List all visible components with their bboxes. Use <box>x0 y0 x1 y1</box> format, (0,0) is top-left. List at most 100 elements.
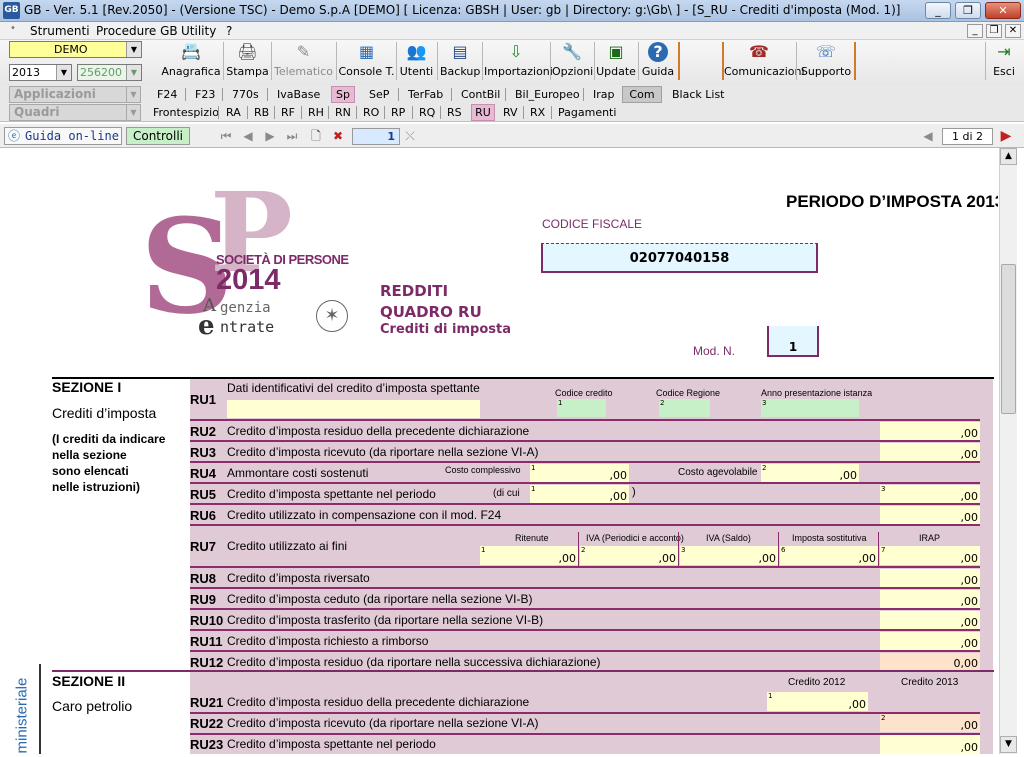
tab-pagamenti[interactable]: Pagamenti <box>556 104 618 121</box>
first-page-icon[interactable]: ⏮ <box>218 127 234 145</box>
module-number-input[interactable]: 1 <box>352 128 400 145</box>
backup-button[interactable]: ▤ Backup <box>440 40 480 80</box>
ru1-anno-field[interactable]: 3 <box>761 399 859 417</box>
controlli-button[interactable]: Controlli <box>126 127 190 145</box>
tab-com[interactable]: Com <box>622 86 662 103</box>
tab-rv[interactable]: RV <box>501 104 520 121</box>
ru3-value-field[interactable]: ,00 <box>880 443 980 461</box>
tab-black-list[interactable]: Black List <box>670 86 727 103</box>
tab-rh[interactable]: RH <box>306 104 326 121</box>
tab-rx[interactable]: RX <box>528 104 547 121</box>
tab-f24[interactable]: F24 <box>155 86 179 103</box>
guida-online-button[interactable]: ⓔ Guida on-line <box>4 127 122 145</box>
utenti-button[interactable]: 👥 Utenti <box>398 40 435 80</box>
close-button[interactable]: ✕ <box>985 2 1021 19</box>
next-sheet-icon[interactable]: ▶ <box>998 127 1014 145</box>
tab-sp[interactable]: Sp <box>331 86 355 103</box>
mdi-restore-button[interactable]: ❐ <box>986 24 1002 38</box>
prev-sheet-icon[interactable]: ◀ <box>920 127 936 145</box>
ru7-ritenute-field[interactable]: 1,00 <box>480 546 578 565</box>
supporto-button[interactable]: ☏ Supporto <box>800 40 852 80</box>
code-select[interactable]: 256200 - ▼ <box>77 64 142 81</box>
codice-fiscale-field[interactable]: 02077040158 <box>541 243 818 273</box>
ru9-value-field[interactable]: ,00 <box>880 590 980 608</box>
menu-utility[interactable]: Utility <box>181 24 216 38</box>
stampa-button[interactable]: 🖨 Stampa <box>225 40 270 80</box>
importazioni-button[interactable]: ⇩ Importazioni <box>484 40 553 80</box>
mdi-minimize-button[interactable]: _ <box>967 24 983 38</box>
ru8-value-field[interactable]: ,00 <box>880 569 980 587</box>
next-page-icon[interactable]: ▶ <box>262 127 278 145</box>
ru5-value-field[interactable]: 3,00 <box>880 485 980 503</box>
tab-770s[interactable]: 770s <box>230 86 261 103</box>
tab-ro[interactable]: RO <box>361 104 381 121</box>
tab-sep[interactable]: SeP <box>367 86 391 103</box>
tab-rf[interactable]: RF <box>279 104 297 121</box>
goto-icon[interactable]: ⤬ <box>402 127 418 145</box>
ru7-imposta-field[interactable]: 6,00 <box>780 546 878 565</box>
esci-button[interactable]: ⇥ Esci <box>988 40 1020 80</box>
scroll-up-icon[interactable]: ▲ <box>1000 148 1017 165</box>
new-page-icon[interactable]: 🗋 <box>308 127 324 145</box>
quadri-select[interactable]: Quadri ▼ <box>9 104 141 121</box>
ru6-value-field[interactable]: ,00 <box>880 506 980 524</box>
mod-number-field[interactable]: 1 <box>767 326 819 357</box>
menu-procedure-gb[interactable]: Procedure GB <box>96 24 178 38</box>
ru21-value-field[interactable]: 1,00 <box>767 692 868 711</box>
tab-ivabase[interactable]: IvaBase <box>275 86 322 103</box>
ru2-value-field[interactable]: ,00 <box>880 422 980 440</box>
delete-page-icon[interactable]: ✖ <box>330 127 346 145</box>
year-select[interactable]: 2013 ▼ <box>9 64 72 81</box>
ru22-value-field[interactable]: 2,00 <box>880 714 980 732</box>
tab-ra[interactable]: RA <box>224 104 243 121</box>
guida-button[interactable]: ? Guida <box>640 40 676 80</box>
applicazioni-select[interactable]: Applicazioni ▼ <box>9 86 141 103</box>
ru7-iva-field[interactable]: 2,00 <box>580 546 678 565</box>
ru4-costo-agevolabile-field[interactable]: 2,00 <box>761 464 859 482</box>
ru7-irap-field[interactable]: 7,00 <box>880 546 980 565</box>
anagrafica-button[interactable]: 📇 Anagrafica <box>160 40 222 80</box>
console-button[interactable]: ▦ Console T. <box>338 40 395 80</box>
menu-help[interactable]: ? <box>226 24 232 38</box>
ru1-desc-field[interactable] <box>227 400 480 418</box>
menu-strumenti[interactable]: Strumenti <box>30 24 90 38</box>
opzioni-button[interactable]: 🔧 Opzioni <box>552 40 593 80</box>
prev-page-icon[interactable]: ◀ <box>240 127 256 145</box>
tab-rs[interactable]: RS <box>445 104 464 121</box>
ru7-desc: Credito utilizzato ai fini <box>227 539 348 553</box>
restore-button[interactable]: ❐ <box>955 2 981 19</box>
ru1-codice-credito-field[interactable]: 1 <box>557 399 606 417</box>
ru23-value-field[interactable]: ,00 <box>880 735 980 754</box>
scroll-thumb[interactable] <box>1001 264 1016 414</box>
tab-divider <box>505 88 506 101</box>
tab-rq[interactable]: RQ <box>417 104 437 121</box>
ru7-iva-saldo-field[interactable]: 3,00 <box>680 546 778 565</box>
tab-f23[interactable]: F23 <box>193 86 217 103</box>
tab-irap[interactable]: Irap <box>591 86 617 103</box>
ru4-costo-complessivo-field[interactable]: 1,00 <box>530 464 629 482</box>
tab-contbil[interactable]: ContBil <box>459 86 502 103</box>
minimize-button[interactable]: _ <box>925 2 951 19</box>
tab-rp[interactable]: RP <box>389 104 407 121</box>
tab-terfab[interactable]: TerFab <box>406 86 445 103</box>
last-page-icon[interactable]: ⏭ <box>284 127 300 145</box>
ru11-value-field[interactable]: ,00 <box>880 632 980 650</box>
vertical-scrollbar[interactable]: ▲ ▼ <box>999 148 1017 754</box>
comunicazioni-button[interactable]: ☎ Comunicazioni <box>724 40 805 80</box>
ru1-codice-regione-field[interactable]: 2 <box>659 399 710 417</box>
update-button[interactable]: ▣ Update <box>596 40 636 80</box>
scroll-down-icon[interactable]: ▼ <box>1000 736 1017 753</box>
ru12-value-field[interactable]: 0,00 <box>880 653 980 670</box>
mdi-close-button[interactable]: ✕ <box>1005 24 1021 38</box>
company-value: DEMO <box>54 43 88 56</box>
ru10-value-field[interactable]: ,00 <box>880 611 980 629</box>
tab-rb[interactable]: RB <box>252 104 271 121</box>
tab-ru[interactable]: RU <box>471 104 495 121</box>
telematico-button[interactable]: ✎ Telematico <box>273 40 334 80</box>
company-select[interactable]: DEMO ▼ <box>9 41 142 58</box>
app-icon: GB <box>3 2 20 19</box>
tab-bil-europeo[interactable]: Bil_Europeo <box>513 86 582 103</box>
ru5-di-cui-field[interactable]: 1,00 <box>530 485 629 503</box>
tab-frontespizio[interactable]: Frontespizio <box>151 104 221 121</box>
tab-rn[interactable]: RN <box>333 104 353 121</box>
